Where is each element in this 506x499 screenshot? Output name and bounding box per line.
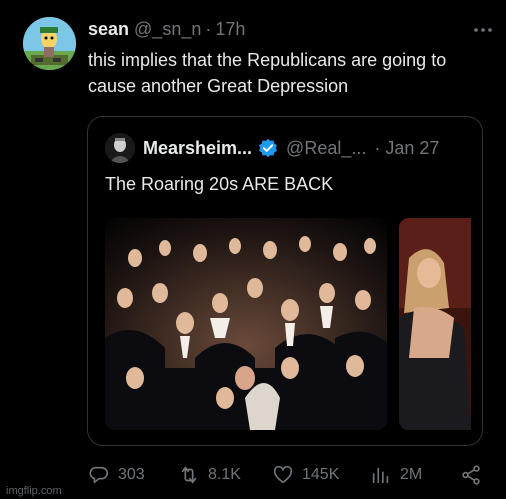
repost-icon xyxy=(181,466,197,484)
repost-button[interactable]: 8.1K xyxy=(178,462,241,488)
party-crowd-image xyxy=(105,218,387,430)
author-handle[interactable]: @_sn_n xyxy=(134,19,201,40)
tweet-header: sean @_sn_n · 17h xyxy=(88,19,245,45)
share-icon xyxy=(462,465,480,485)
author-avatar[interactable] xyxy=(23,17,76,70)
views-count: 2M xyxy=(400,466,423,483)
views-button[interactable]: 2M xyxy=(370,462,422,488)
imgflip-watermark: imgflip.com xyxy=(6,485,62,497)
cartoon-avatar-icon xyxy=(23,17,76,70)
quoted-tweet-date[interactable]: Jan 27 xyxy=(385,138,439,159)
action-bar: 303 8.1K 145K 2M xyxy=(88,462,488,488)
repost-count: 8.1K xyxy=(208,466,241,483)
author-display-name[interactable]: sean xyxy=(88,19,129,40)
party-woman-photo[interactable] xyxy=(399,218,471,430)
like-count: 145K xyxy=(302,466,340,483)
tweet-text: this implies that the Republicans are go… xyxy=(88,50,447,96)
quoted-author-avatar[interactable] xyxy=(105,133,135,163)
share-button[interactable] xyxy=(460,462,482,488)
party-woman-image xyxy=(399,218,471,430)
quoted-author-name[interactable]: Mearsheim... xyxy=(143,138,252,159)
quoted-author-handle[interactable]: @Real_... xyxy=(286,138,366,159)
tweet-timestamp[interactable]: 17h xyxy=(215,19,245,40)
reply-count: 303 xyxy=(118,466,145,483)
quoted-tweet-card[interactable]: Mearsheim... @Real_... · Jan 27 The Roar… xyxy=(87,116,483,446)
portrait-avatar-icon xyxy=(105,133,135,163)
more-dots-icon[interactable] xyxy=(472,22,494,38)
quoted-tweet-text: The Roaring 20s ARE BACK xyxy=(105,174,334,194)
verified-badge-icon xyxy=(259,138,277,158)
quoted-tweet-header: Mearsheim... @Real_... · Jan 27 xyxy=(143,136,439,160)
heart-icon xyxy=(273,465,293,484)
views-chart-icon xyxy=(372,467,389,484)
reply-icon xyxy=(89,466,108,484)
reply-button[interactable]: 303 xyxy=(88,462,145,488)
header-separator: · xyxy=(205,19,212,39)
like-button[interactable]: 145K xyxy=(272,462,339,488)
quoted-header-separator: · xyxy=(374,137,381,158)
party-crowd-photo[interactable] xyxy=(105,218,387,430)
